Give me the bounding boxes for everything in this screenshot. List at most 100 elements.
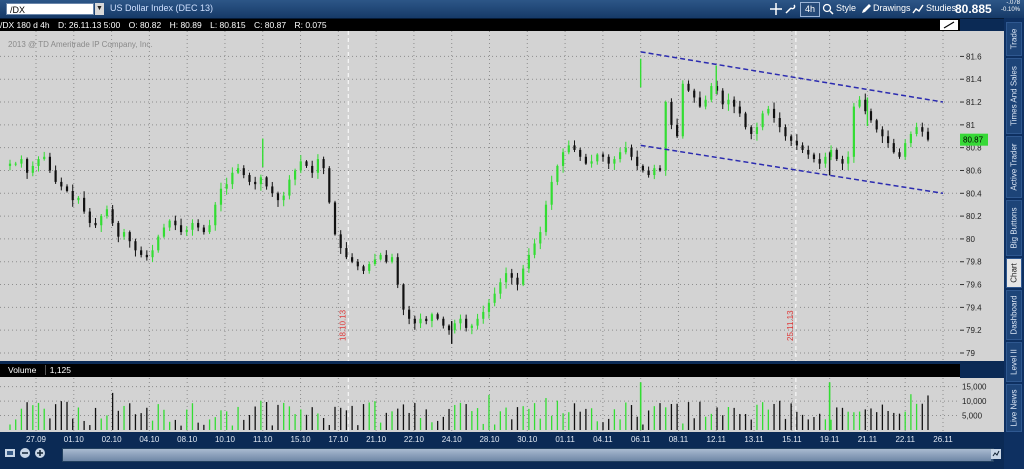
right-sidebar: Trade Times And Sales Active Trader Big … [1004, 18, 1024, 469]
sidebar-tab-trade[interactable]: Trade [1006, 22, 1022, 56]
candle-body [390, 257, 394, 262]
candle-body [202, 227, 205, 233]
time-axis-label: 08.10 [177, 435, 198, 444]
time-axis-label: 28.10 [479, 435, 500, 444]
candle-body [807, 149, 810, 155]
sidebar-tab-active-trader[interactable]: Active Trader [1006, 136, 1022, 198]
candle-body [522, 268, 525, 285]
wrench-icon[interactable] [784, 3, 796, 15]
time-axis-label: 01.11 [555, 435, 575, 444]
time-axis-label: 17.10 [328, 435, 349, 444]
time-axis-label: 21.10 [366, 435, 387, 444]
candle-body [322, 159, 325, 169]
candle-body [299, 161, 302, 171]
candle-body [293, 170, 297, 180]
sidebar-tab-times-and-sales[interactable]: Times And Sales [1006, 58, 1022, 134]
candle-body [373, 259, 377, 265]
candle-body [499, 282, 502, 294]
symbol-input[interactable]: /DX [6, 3, 94, 15]
price-axis-label: 80.4 [966, 189, 982, 198]
candle-body [579, 149, 582, 157]
time-axis[interactable]: 27.09 01.10 02.10 04.10 08.10 10.10 11.10 15.10… [0, 432, 1004, 445]
candle-body [356, 261, 359, 267]
sidebar-tab-chart[interactable]: Chart [1006, 258, 1022, 288]
volume-value: 1,125 [44, 365, 72, 375]
candle-body [311, 165, 314, 173]
candle-body [48, 156, 52, 171]
studies-button[interactable]: Studies [926, 2, 956, 15]
sidebar-tab-live-news[interactable]: Live News [1006, 384, 1022, 432]
sidebar-tab-level-ii[interactable]: Level II [1006, 342, 1022, 382]
pencil-icon[interactable] [860, 3, 872, 15]
candle-body [162, 227, 166, 237]
candle-body [544, 204, 548, 233]
zoom-icon[interactable] [822, 3, 834, 15]
candle-body [459, 318, 462, 324]
candle-body [881, 129, 884, 137]
time-axis-label: 11.10 [253, 435, 273, 444]
candle-body [892, 143, 895, 153]
candle-body [710, 86, 713, 100]
candle-body [122, 232, 126, 237]
candle-body [778, 118, 781, 128]
candle-body [259, 177, 262, 185]
candle-body [904, 143, 907, 157]
candle-body [100, 216, 103, 226]
price-axis[interactable]: 81.6 81.4 81.2 81 80.8 80.6 80.4 80.2 80 79.8 79.6… [960, 31, 1004, 361]
sidebar-tab-dashboard[interactable]: Dashboard [1006, 290, 1022, 340]
expand-icon[interactable] [940, 20, 958, 30]
candle-body [824, 156, 827, 164]
candle-body [539, 232, 542, 244]
candle-body [636, 156, 639, 166]
price-change: -.078 -0.10% [1000, 0, 1020, 13]
bar-low: L: 80.815 [210, 20, 246, 30]
candle-body [20, 159, 23, 164]
sidebar-tab-big-buttons[interactable]: Big Buttons [1006, 200, 1022, 256]
candle-body [664, 102, 667, 171]
time-axis-label: 02.10 [102, 435, 123, 444]
candle-body [425, 318, 428, 322]
candle-body [641, 165, 645, 171]
symbol-dropdown-icon[interactable]: ▼ [95, 3, 104, 15]
candle-body [750, 127, 753, 134]
aggregation-button[interactable]: 4h [800, 2, 821, 17]
candle-body [385, 254, 388, 262]
session-marker-label: 18.10.13 [338, 309, 347, 341]
candle-body [43, 156, 46, 160]
candle-body [271, 186, 274, 194]
tabs-icon[interactable] [4, 447, 16, 459]
price-chart[interactable]: 18.10.13 25.11.13 [0, 31, 960, 361]
price-chart-panel[interactable]: 18.10.13 25.11.13 [0, 31, 960, 361]
chart-settings-icon[interactable] [990, 448, 1002, 460]
candle-body [898, 152, 901, 157]
time-axis-label: 22.10 [404, 435, 425, 444]
scrollbar-thumb[interactable] [63, 449, 991, 461]
studies-icon[interactable] [912, 3, 924, 15]
bar-range: R: 0.075 [294, 20, 327, 30]
drawings-button[interactable]: Drawings [873, 2, 911, 15]
time-axis-label: 12.11 [707, 435, 727, 444]
candle-body [681, 83, 684, 137]
time-axis-label: 22.11 [895, 435, 915, 444]
candle-body [847, 156, 850, 164]
candle-body [687, 83, 690, 91]
candle-body [8, 163, 12, 166]
candle-body [185, 229, 188, 233]
time-axis-label: 13.11 [744, 435, 764, 444]
candle-body [117, 222, 120, 237]
instrument-title: US Dollar Index (DEC 13) [110, 3, 214, 13]
bar-close: C: 80.87 [253, 20, 287, 30]
zoom-in-icon[interactable] [34, 447, 46, 459]
crosshair-icon[interactable] [770, 3, 782, 15]
time-axis-label: 06.11 [631, 435, 651, 444]
style-button[interactable]: Style [836, 2, 856, 15]
candle-body [482, 311, 485, 319]
zoom-out-icon[interactable] [19, 447, 31, 459]
candle-body [282, 195, 285, 201]
price-axis-label: 80 [966, 235, 975, 244]
candle-body [208, 225, 211, 233]
candle-body [721, 90, 724, 105]
time-scrollbar[interactable] [62, 448, 994, 462]
candle-body [864, 99, 867, 112]
candle-body [362, 266, 365, 271]
